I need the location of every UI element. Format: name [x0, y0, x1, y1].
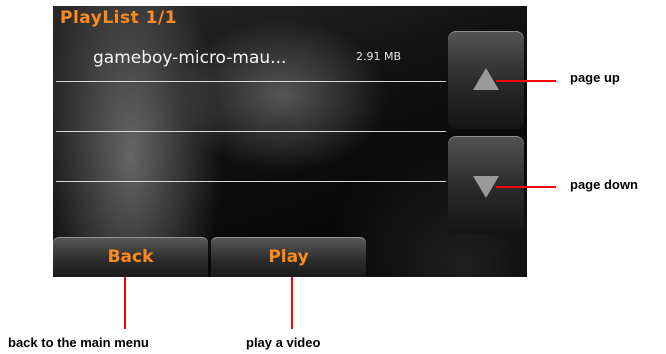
back-annotation: back to the main menu [8, 335, 149, 350]
back-button[interactable]: Back [53, 237, 208, 277]
play-callout-line [291, 277, 293, 329]
page-down-button[interactable] [448, 136, 524, 234]
playlist-item-size: 2.91 MB [356, 50, 402, 63]
page-up-annotation: page up [570, 70, 620, 85]
page-down-callout-line [496, 186, 556, 188]
row-divider [56, 131, 446, 132]
triangle-up-icon [473, 68, 499, 90]
row-divider [56, 181, 446, 182]
device-screen: PlayList 1/1 gameboy-micro-mau... 2.91 M… [53, 6, 527, 277]
page-up-callout-line [496, 80, 556, 82]
play-annotation: play a video [246, 335, 321, 350]
back-callout-line [124, 277, 126, 329]
page-down-annotation: page down [570, 177, 638, 192]
row-divider [56, 81, 446, 82]
play-button[interactable]: Play [211, 237, 366, 277]
playlist-title: PlayList 1/1 [60, 8, 178, 28]
playlist-item-name: gameboy-micro-mau... [93, 48, 287, 68]
